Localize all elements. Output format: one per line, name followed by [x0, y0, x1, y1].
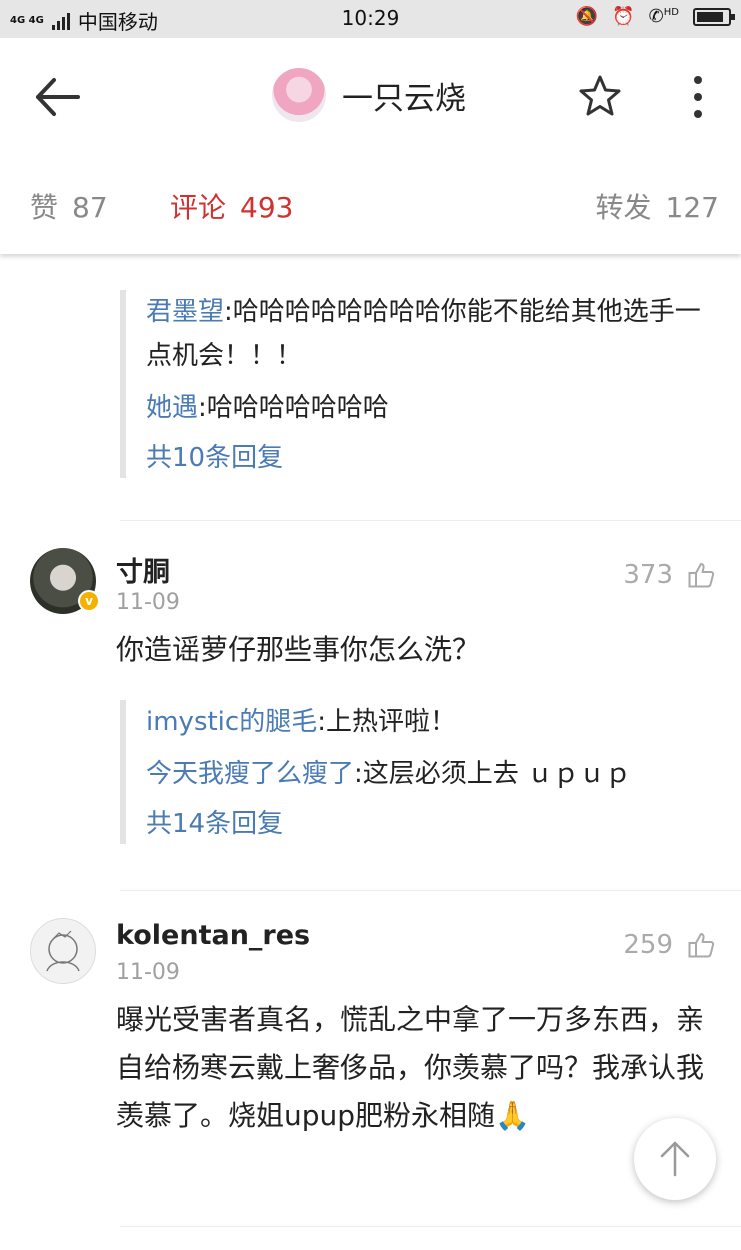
more-options-icon[interactable]	[688, 74, 708, 120]
like-count: 259	[623, 930, 673, 960]
hd-call-icon: ✆HD	[648, 6, 679, 27]
thumbs-up-icon	[688, 563, 715, 588]
reply-item[interactable]: 今天我瘦了么瘦了:这层必须上去 ｕｐｕｐ	[146, 752, 720, 796]
avatar[interactable]: v	[30, 548, 100, 614]
avatar[interactable]	[272, 68, 326, 122]
comment-author[interactable]: 寸胴	[116, 550, 170, 589]
reply-thread: imystic的腿毛:上热评啦！ 今天我瘦了么瘦了:这层必须上去 ｕｐｕｐ 共1…	[120, 700, 720, 844]
view-more-replies[interactable]: 共14条回复	[146, 804, 720, 844]
mute-icon: 🔕	[575, 6, 599, 27]
comment-text: 你造谣萝仔那些事你怎么洗？	[116, 633, 481, 666]
reply-user[interactable]: 今天我瘦了么瘦了	[146, 759, 354, 789]
page-title: 一只云烧	[342, 80, 466, 117]
verified-badge-icon: v	[78, 590, 100, 612]
like-button[interactable]: 373	[623, 560, 715, 590]
star-icon[interactable]	[578, 74, 622, 118]
reply-item[interactable]: imystic的腿毛:上热评啦！	[146, 700, 720, 744]
status-bar: 4G 4G 中国移动 10:29 🔕 ⏰ ✆HD	[0, 0, 741, 38]
profile-title[interactable]: 一只云烧	[272, 68, 466, 122]
scroll-to-top-button[interactable]	[634, 1118, 716, 1200]
alarm-icon: ⏰	[612, 6, 635, 27]
view-more-replies[interactable]: 共10条回复	[146, 438, 720, 478]
comment-date: 11-09	[116, 590, 180, 615]
comment-date: 11-09	[116, 960, 180, 985]
tab-comments[interactable]: 评论 493	[170, 186, 293, 226]
header: 一只云烧	[0, 38, 741, 156]
reply-user[interactable]: imystic的腿毛	[146, 707, 317, 737]
reply-item[interactable]: 她遇:哈哈哈哈哈哈哈	[146, 386, 720, 430]
like-count: 373	[623, 560, 673, 590]
comment-text: 曝光受害者真名，慌乱之中拿了一万多东西，亲自给杨寒云戴上奢侈品，你羡慕了吗？我承…	[116, 1003, 705, 1132]
like-button[interactable]: 259	[623, 930, 715, 960]
reply-user[interactable]: 君墨望	[146, 297, 224, 327]
reply-user[interactable]: 她遇	[146, 393, 198, 423]
divider	[120, 520, 741, 521]
divider	[120, 890, 741, 891]
arrow-up-icon	[660, 1141, 690, 1177]
battery-icon	[693, 7, 735, 26]
sketch-avatar-icon	[46, 930, 80, 972]
back-arrow-icon[interactable]	[30, 72, 84, 122]
divider	[120, 1226, 741, 1227]
tab-reposts[interactable]: 转发 127	[596, 186, 719, 226]
avatar[interactable]	[30, 918, 96, 984]
tab-likes[interactable]: 赞 87	[30, 186, 108, 226]
tab-bar: 赞 87 评论 493 转发 127	[0, 156, 741, 254]
comment-author[interactable]: kolentan_res	[116, 920, 310, 951]
comment-list[interactable]: 君墨望:哈哈哈哈哈哈哈哈你能不能给其他选手一点机会！！！ 她遇:哈哈哈哈哈哈哈 …	[0, 254, 741, 1250]
reply-item[interactable]: 君墨望:哈哈哈哈哈哈哈哈你能不能给其他选手一点机会！！！	[146, 290, 720, 378]
reply-thread: 君墨望:哈哈哈哈哈哈哈哈你能不能给其他选手一点机会！！！ 她遇:哈哈哈哈哈哈哈 …	[120, 290, 720, 478]
thumbs-up-icon	[688, 933, 715, 958]
